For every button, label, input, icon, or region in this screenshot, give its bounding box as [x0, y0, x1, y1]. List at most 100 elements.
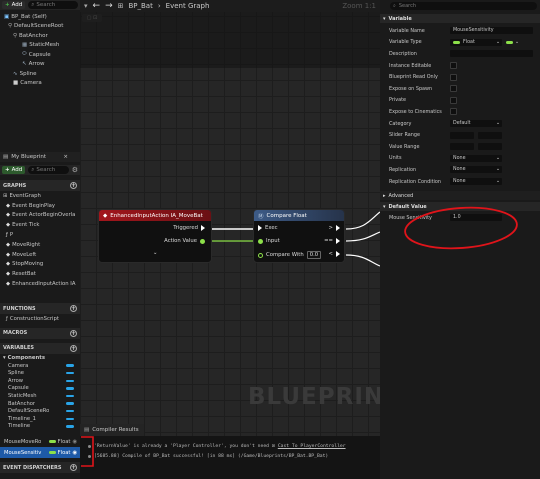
- graph-item[interactable]: ◆ MoveRight: [0, 240, 80, 250]
- component-variable-row[interactable]: Arrow: [0, 377, 80, 385]
- left-panel: + Add ⌕ Search ▣ BP_Bat (Self) ⚲ DefaultScen…: [0, 0, 80, 479]
- property-checkbox[interactable]: [450, 96, 457, 104]
- components-category[interactable]: ▾ Components: [0, 354, 80, 362]
- add-macro-icon[interactable]: +: [70, 329, 77, 337]
- advanced-section-header[interactable]: ▸ Advanced: [380, 191, 540, 200]
- tree-item-camera[interactable]: ■ Camera: [2, 79, 80, 89]
- tree-item-capsule[interactable]: ⬭ Capsule: [2, 50, 80, 60]
- property-checkbox[interactable]: [450, 108, 457, 116]
- tree-item-arrow[interactable]: ↖ Arrow: [2, 60, 80, 70]
- graph-item-label: Event ActorBeginOverla: [12, 212, 76, 219]
- exec-in-pin[interactable]: Exec: [258, 225, 278, 231]
- tree-item-staticmesh[interactable]: ▦ StaticMesh: [2, 41, 80, 51]
- close-icon[interactable]: ×: [63, 154, 68, 160]
- graph-item[interactable]: ◆ EnhancedInputAction IA: [0, 279, 80, 289]
- component-variable-row[interactable]: BatAnchor: [0, 400, 80, 408]
- graph-label: EventGraph: [9, 192, 41, 199]
- gear-icon[interactable]: ⚙: [72, 166, 78, 174]
- component-variable-row[interactable]: Timeline: [0, 423, 80, 431]
- tree-item-defaultsceneroot[interactable]: ⚲ DefaultSceneRoot: [2, 22, 80, 32]
- graph-item[interactable]: ◆ ResetBat: [0, 269, 80, 279]
- variable-row-mousesensitivity[interactable]: MouseSensitiv Float ◉: [0, 447, 80, 458]
- range-min-input[interactable]: [450, 131, 474, 139]
- add-graph-icon[interactable]: +: [70, 182, 77, 189]
- equal-out-pin[interactable]: ==: [324, 238, 340, 244]
- component-variable-row[interactable]: Timeline_1: [0, 415, 80, 423]
- less-out-pin[interactable]: <: [329, 251, 340, 257]
- graph-canvas[interactable]: ▾ ← → ⊞ BP_Bat › Event Graph Zoom 1:1 ▢ …: [80, 0, 380, 479]
- container-type-select[interactable]: ⌄: [506, 39, 519, 45]
- greater-out-pin[interactable]: >: [329, 225, 340, 231]
- property-select[interactable]: None ⌄: [450, 166, 502, 174]
- component-variable-row[interactable]: Capsule: [0, 385, 80, 393]
- property-select[interactable]: None ⌄: [450, 178, 502, 186]
- variable-row-mousemove[interactable]: MouseMoveRo Float ◉: [0, 436, 80, 447]
- component-variable-row[interactable]: Camera: [0, 362, 80, 370]
- components-search-input[interactable]: ⌕ Search: [28, 1, 78, 9]
- add-dispatcher-icon[interactable]: +: [70, 464, 77, 471]
- details-search-input[interactable]: ⌕ Search: [390, 2, 537, 10]
- function-item-constructionscript[interactable]: ƒ ConstructionScript: [0, 314, 80, 324]
- component-variable-row[interactable]: Spline: [0, 369, 80, 377]
- component-variable-name: StaticMesh: [8, 392, 37, 399]
- input-pin[interactable]: Input: [258, 238, 280, 244]
- property-label: Variable Name: [389, 27, 425, 34]
- eye-icon[interactable]: ◉: [72, 450, 77, 456]
- add-variable-icon[interactable]: +: [70, 344, 77, 352]
- property-text-input[interactable]: [450, 50, 533, 58]
- property-checkbox[interactable]: [450, 73, 457, 81]
- property-text-input[interactable]: MouseSensitivity: [450, 27, 533, 35]
- compare-with-pin[interactable]: Compare With 0.0: [258, 251, 322, 259]
- graph-item[interactable]: ◆ Event Tick: [0, 220, 80, 230]
- default-value-section-header[interactable]: ▾ Default Value: [380, 202, 540, 211]
- chevron-down-icon: ▾: [383, 15, 386, 22]
- graph-item-label: Event BeginPlay: [12, 202, 56, 209]
- cast-to-playercontroller-link[interactable]: Cast To PlayerController: [278, 444, 346, 449]
- graph-item-eventgraph[interactable]: ⊞ EventGraph: [0, 191, 80, 201]
- property-checkbox[interactable]: [450, 85, 457, 93]
- graph-item[interactable]: ◆ MoveLeft: [0, 250, 80, 260]
- property-checkbox[interactable]: [450, 62, 457, 70]
- property-label: Variable Type: [389, 39, 422, 46]
- my-blueprint-tab[interactable]: ▤ My Blueprint ×: [0, 152, 80, 162]
- add-component-button[interactable]: + Add: [2, 1, 26, 9]
- macros-section-header[interactable]: MACROS +: [0, 327, 80, 339]
- graph-item[interactable]: ƒP: [0, 230, 80, 240]
- add-member-button[interactable]: + Add: [2, 166, 26, 174]
- component-variable-row[interactable]: DefaultSceneRo: [0, 407, 80, 415]
- functions-section-header[interactable]: FUNCTIONS +: [0, 303, 80, 314]
- details-panel: ⌕ Search ▾ Variable Variable Name MouseSens…: [380, 0, 540, 479]
- property-label: Expose on Spawn: [389, 85, 433, 92]
- range-max-input[interactable]: [478, 131, 502, 139]
- arrow-icon: ↖: [22, 61, 27, 68]
- enhanced-input-node[interactable]: ◆ EnhancedInputAction IA_MoveBat Triggere…: [98, 209, 212, 263]
- graphs-section-header[interactable]: GRAPHS +: [0, 180, 80, 191]
- range-min-input[interactable]: [450, 143, 474, 151]
- add-function-icon[interactable]: +: [70, 305, 77, 312]
- component-variable-row[interactable]: StaticMesh: [0, 392, 80, 400]
- event-icon: ◆: [103, 212, 108, 219]
- variable-section-header[interactable]: ▾ Variable: [380, 14, 540, 23]
- expand-chevron-icon[interactable]: ⌄: [153, 250, 157, 256]
- variables-section-header[interactable]: VARIABLES +: [0, 342, 80, 354]
- range-max-input[interactable]: [478, 143, 502, 151]
- compiler-results-tab[interactable]: ▤ Compiler Results: [80, 424, 144, 436]
- compiler-results-panel: 'ReturnValue' is already a 'Player Contr…: [80, 436, 380, 479]
- graph-item[interactable]: ◆ Event ActorBeginOverla: [0, 211, 80, 221]
- action-value-pin[interactable]: Action Value: [164, 238, 205, 244]
- variable-type-select[interactable]: Float ⌄: [450, 38, 502, 46]
- graph-item[interactable]: ◆ StopMoving: [0, 260, 80, 270]
- eye-icon[interactable]: ◉: [72, 439, 77, 445]
- tree-item-batanchor[interactable]: ⚲ BatAnchor: [2, 31, 80, 41]
- graph-item[interactable]: ◆ Event BeginPlay: [0, 201, 80, 211]
- tree-item-self[interactable]: ▣ BP_Bat (Self): [2, 12, 80, 22]
- default-value-input[interactable]: 1.0: [450, 214, 502, 222]
- property-select[interactable]: Default ⌄: [450, 120, 502, 128]
- compare-float-node[interactable]: Ⓜ Compare Float Exec Input Compare With 0.…: [253, 209, 345, 263]
- triggered-pin[interactable]: Triggered: [173, 225, 205, 231]
- tree-item-spline[interactable]: ∿ Spline: [2, 69, 80, 79]
- compare-value-input[interactable]: 0.0: [306, 251, 322, 259]
- event-dispatchers-section-header[interactable]: EVENT DISPATCHERS +: [0, 462, 80, 473]
- property-select[interactable]: None ⌄: [450, 154, 502, 162]
- myblueprint-search-input[interactable]: ⌕ Search: [28, 166, 69, 174]
